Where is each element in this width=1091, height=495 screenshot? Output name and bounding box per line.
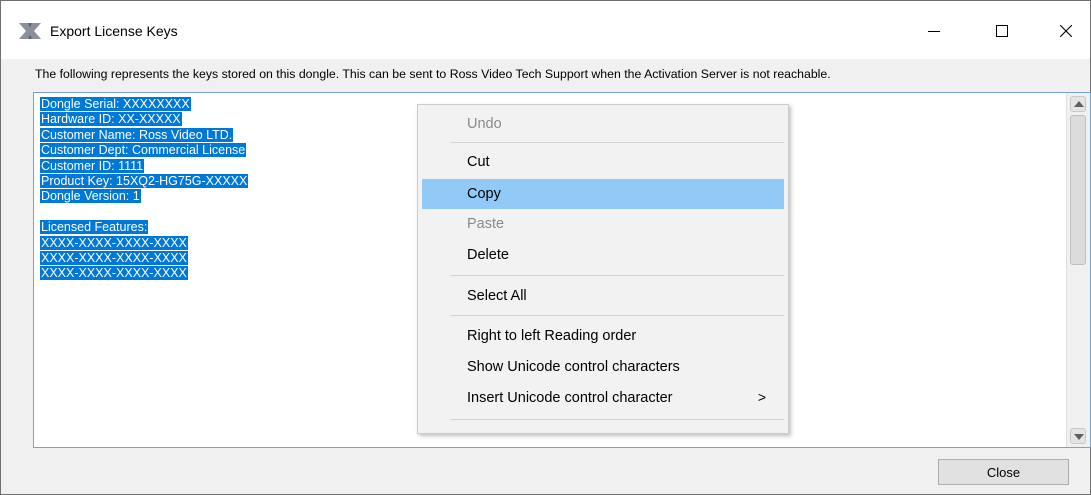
selected-text: Customer Dept: Commercial License xyxy=(40,143,247,158)
menu-item-label: Cut xyxy=(467,154,490,170)
menu-item-label: Paste xyxy=(467,216,505,232)
maximize-button[interactable] xyxy=(979,11,1025,51)
selected-text: Hardware ID: XX-XXXXX xyxy=(40,112,182,127)
menu-separator xyxy=(450,419,784,420)
menu-item-insert-unicode[interactable]: Insert Unicode control character > xyxy=(422,383,784,413)
license-text-line xyxy=(40,205,248,220)
license-text-line: Customer ID: 1111 xyxy=(40,158,248,174)
license-text-line: XXXX-XXXX-XXXX-XXXX xyxy=(40,250,248,266)
menu-item-label: Select All xyxy=(467,288,527,304)
selected-text: Customer Name: Ross Video LTD. xyxy=(40,127,234,142)
close-icon xyxy=(1060,25,1072,37)
title-bar[interactable]: Export License Keys xyxy=(1,1,1090,59)
selected-text: XXXX-XXXX-XXXX-XXXX xyxy=(40,235,188,250)
license-text-line: Product Key: 15XQ2-HG75G-XXXXX xyxy=(40,173,249,189)
app-logo-icon xyxy=(19,23,41,39)
license-text-line: XXXX-XXXX-XXXX-XXXX xyxy=(40,266,248,281)
menu-item-label: Insert Unicode control character xyxy=(467,390,673,406)
scroll-up-button[interactable] xyxy=(1070,96,1086,112)
license-text-line: Dongle Version: 1 xyxy=(40,189,248,204)
menu-item-right-to-left[interactable]: Right to left Reading order xyxy=(422,321,784,351)
license-text-line: Dongle Serial: XXXXXXXX xyxy=(40,97,248,112)
selected-text: Licensed Features: xyxy=(40,220,149,235)
chevron-right-icon: > xyxy=(757,389,766,405)
scrollbar-thumb[interactable] xyxy=(1070,115,1086,265)
minimize-button[interactable] xyxy=(911,11,957,51)
menu-separator xyxy=(450,142,784,143)
selected-text: Dongle Version: 1 xyxy=(40,189,141,204)
menu-item-copy[interactable]: Copy xyxy=(422,179,784,209)
menu-item-delete[interactable]: Delete xyxy=(422,240,784,270)
selected-text: XXXX-XXXX-XXXX-XXXX xyxy=(40,250,188,265)
maximize-icon xyxy=(996,25,1008,37)
license-text-line: Customer Dept: Commercial License xyxy=(40,143,248,158)
license-text-line: Licensed Features: xyxy=(40,220,248,235)
selected-text: XXXX-XXXX-XXXX-XXXX xyxy=(40,266,188,281)
menu-item-cut[interactable]: Cut xyxy=(422,147,784,177)
export-license-keys-dialog: Export License Keys The following repres… xyxy=(0,0,1091,495)
minimize-icon xyxy=(928,31,940,32)
scroll-down-button[interactable] xyxy=(1070,428,1086,444)
context-menu: Undo Cut Copy Paste Delete Select All Ri… xyxy=(417,104,789,434)
menu-separator xyxy=(450,315,784,316)
license-text-line: XXXX-XXXX-XXXX-XXXX xyxy=(40,235,248,251)
menu-item-label: Copy xyxy=(467,186,501,202)
menu-item-label: Show Unicode control characters xyxy=(467,359,680,375)
window-close-button[interactable] xyxy=(1043,11,1089,51)
vertical-scrollbar[interactable] xyxy=(1066,93,1090,447)
menu-item-paste[interactable]: Paste xyxy=(422,209,784,239)
arrow-up-icon xyxy=(1074,101,1084,107)
menu-item-label: Right to left Reading order xyxy=(467,328,637,344)
menu-item-select-all[interactable]: Select All xyxy=(422,281,784,311)
license-text-content: Dongle Serial: XXXXXXXX Hardware ID: XX-X… xyxy=(40,97,249,282)
selected-text: Customer ID: 1111 xyxy=(40,158,145,173)
license-text-line: Hardware ID: XX-XXXXX xyxy=(40,112,248,127)
window-title: Export License Keys xyxy=(50,23,178,39)
license-text-line: Customer Name: Ross Video LTD. xyxy=(40,127,248,143)
menu-item-label: Undo xyxy=(467,116,502,132)
close-button[interactable]: Close xyxy=(938,459,1069,485)
menu-item-show-unicode[interactable]: Show Unicode control characters xyxy=(422,352,784,382)
menu-separator xyxy=(450,275,784,276)
dialog-description: The following represents the keys stored… xyxy=(35,67,831,81)
menu-item-label: Delete xyxy=(467,247,509,263)
selected-text: Dongle Serial: XXXXXXXX xyxy=(40,97,191,111)
selected-text: Product Key: 15XQ2-HG75G-XXXXX xyxy=(40,173,249,188)
menu-item-undo[interactable]: Undo xyxy=(422,109,784,139)
arrow-down-icon xyxy=(1074,434,1084,440)
